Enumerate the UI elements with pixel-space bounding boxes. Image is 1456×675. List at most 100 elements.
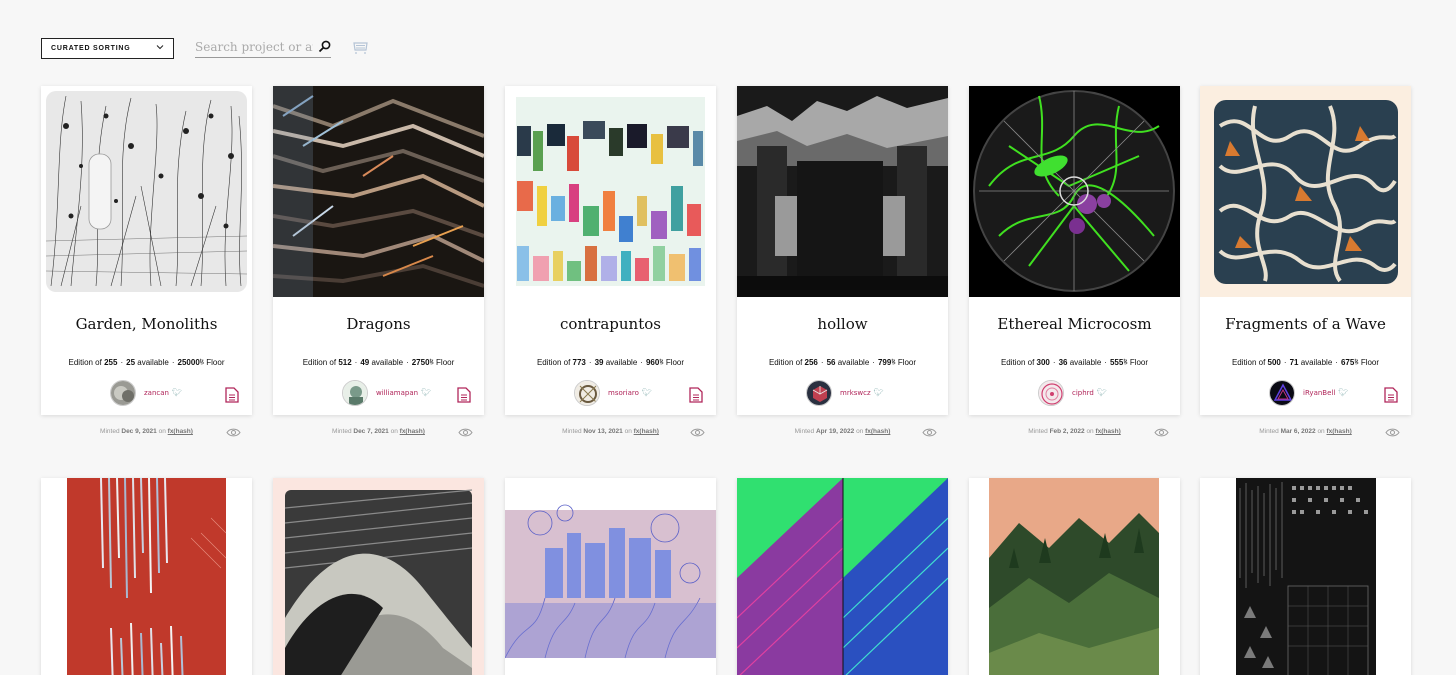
edition-count: 300 [1036, 358, 1050, 367]
minted-info: Minted Feb 2, 2022 on fx(hash) [1028, 428, 1121, 435]
twitter-icon[interactable]: 🐦︎ [172, 388, 182, 397]
edition-count: 500 [1267, 358, 1281, 367]
eye-icon[interactable] [1385, 427, 1400, 438]
artwork-image [41, 86, 252, 297]
available-count: 25 [126, 358, 136, 367]
project-card[interactable]: Ethereal Microcosm Edition of 300 · 36 ava… [969, 86, 1180, 415]
sort-select[interactable]: CURATED SORTING [41, 38, 174, 59]
search-box [195, 38, 331, 58]
cart-icon[interactable] [353, 42, 368, 55]
project-title[interactable]: Garden, Monoliths [41, 315, 252, 333]
avatar[interactable] [1269, 380, 1295, 406]
eye-icon[interactable] [690, 427, 705, 438]
eye-icon[interactable] [922, 427, 937, 438]
platform-link[interactable]: fx(hash) [1326, 428, 1351, 435]
twitter-icon[interactable]: 🐦︎ [1097, 388, 1107, 397]
author-row: williamapan 🐦︎ [273, 380, 484, 406]
edition-count: 255 [104, 358, 118, 367]
platform-link[interactable]: fx(hash) [1095, 428, 1120, 435]
project-thumbnail[interactable] [969, 478, 1180, 675]
author-name[interactable]: mrkswcz 🐦︎ [840, 388, 884, 397]
floor-price: 25000 [177, 358, 200, 367]
project-title[interactable]: Dragons [273, 315, 484, 333]
minted-info: Minted Nov 13, 2021 on fx(hash) [562, 428, 659, 435]
author-name[interactable]: ciphrd 🐦︎ [1072, 388, 1107, 397]
document-icon[interactable] [457, 387, 471, 403]
project-thumbnail[interactable] [969, 86, 1180, 297]
eye-icon[interactable] [1154, 427, 1169, 438]
project-card[interactable] [505, 478, 716, 675]
avatar[interactable] [806, 380, 832, 406]
platform-link[interactable]: fx(hash) [168, 428, 193, 435]
project-card[interactable]: hollow Edition of 256 · 56 available · 799ꜩ … [737, 86, 948, 415]
project-card[interactable] [1200, 478, 1411, 675]
project-card[interactable]: Dragons Edition of 512 · 49 available · 2750… [273, 86, 484, 415]
avatar[interactable] [342, 380, 368, 406]
tezos-symbol: ꜩ [1354, 359, 1359, 365]
author-name[interactable]: zancan 🐦︎ [144, 388, 182, 397]
artwork-image [41, 478, 252, 675]
search-input[interactable] [195, 38, 313, 56]
avatar[interactable] [574, 380, 600, 406]
project-title[interactable]: Fragments of a Wave [1200, 315, 1411, 333]
author-name[interactable]: iRyanBell 🐦︎ [1303, 388, 1348, 397]
project-title[interactable]: Ethereal Microcosm [969, 315, 1180, 333]
author-name[interactable]: williamapan 🐦︎ [376, 388, 431, 397]
project-title[interactable]: contrapuntos [505, 315, 716, 333]
tezos-symbol: ꜩ [429, 359, 434, 365]
project-thumbnail[interactable] [1200, 478, 1411, 675]
tezos-symbol: ꜩ [1123, 359, 1128, 365]
project-thumbnail[interactable] [273, 478, 484, 675]
project-card[interactable]: contrapuntos Edition of 773 · 39 available… [505, 86, 716, 415]
platform-link[interactable]: fx(hash) [400, 428, 425, 435]
project-title[interactable]: hollow [737, 315, 948, 333]
author-row: zancan 🐦︎ [41, 380, 252, 406]
edition-count: 773 [572, 358, 586, 367]
project-card[interactable] [273, 478, 484, 675]
author-name[interactable]: msoriaro 🐦︎ [608, 388, 652, 397]
twitter-icon[interactable]: 🐦︎ [874, 388, 884, 397]
eye-icon[interactable] [458, 427, 473, 438]
artwork-image [505, 86, 716, 297]
minted-info: Minted Mar 6, 2022 on fx(hash) [1259, 428, 1352, 435]
author-row: ciphrd 🐦︎ [969, 380, 1180, 406]
project-card[interactable] [737, 478, 948, 675]
project-card[interactable]: Garden, Monoliths Edition of 255 · 25 avai… [41, 86, 252, 415]
floor-price: 799 [877, 358, 892, 367]
platform-link[interactable]: fx(hash) [865, 428, 890, 435]
twitter-icon[interactable]: 🐦︎ [642, 388, 652, 397]
project-thumbnail[interactable] [505, 478, 716, 675]
project-thumbnail[interactable] [505, 86, 716, 297]
document-icon[interactable] [689, 387, 703, 403]
author-row: msoriaro 🐦︎ [505, 380, 716, 406]
eye-icon[interactable] [226, 427, 241, 438]
avatar[interactable] [110, 380, 136, 406]
tezos-symbol: ꜩ [199, 359, 205, 365]
project-card[interactable] [41, 478, 252, 675]
project-thumbnail[interactable] [41, 86, 252, 297]
twitter-icon[interactable]: 🐦︎ [1338, 388, 1348, 397]
project-thumbnail[interactable] [737, 86, 948, 297]
sort-select-label: CURATED SORTING [51, 45, 131, 52]
project-card[interactable] [969, 478, 1180, 675]
project-card[interactable]: Fragments of a Wave Edition of 500 · 71 av… [1200, 86, 1411, 415]
artwork-image [969, 478, 1180, 675]
search-icon[interactable] [318, 40, 331, 53]
twitter-icon[interactable]: 🐦︎ [421, 388, 431, 397]
edition-count: 256 [804, 358, 818, 367]
project-stats: Edition of 255 · 25 available · 25000ꜩ Floor [68, 358, 225, 367]
document-icon[interactable] [1384, 387, 1398, 403]
artwork-image [1200, 86, 1411, 297]
document-icon[interactable] [225, 387, 239, 403]
floor-price: 675 [1340, 358, 1355, 367]
project-thumbnail[interactable] [737, 478, 948, 675]
project-thumbnail[interactable] [1200, 86, 1411, 297]
project-thumbnail[interactable] [41, 478, 252, 675]
minted-info: Minted Dec 9, 2021 on fx(hash) [100, 428, 193, 435]
available-count: 36 [1058, 358, 1068, 367]
chevron-down-icon [156, 45, 164, 50]
avatar[interactable] [1038, 380, 1064, 406]
project-thumbnail[interactable] [273, 86, 484, 297]
author-row: iRyanBell 🐦︎ [1200, 380, 1411, 406]
platform-link[interactable]: fx(hash) [634, 428, 659, 435]
